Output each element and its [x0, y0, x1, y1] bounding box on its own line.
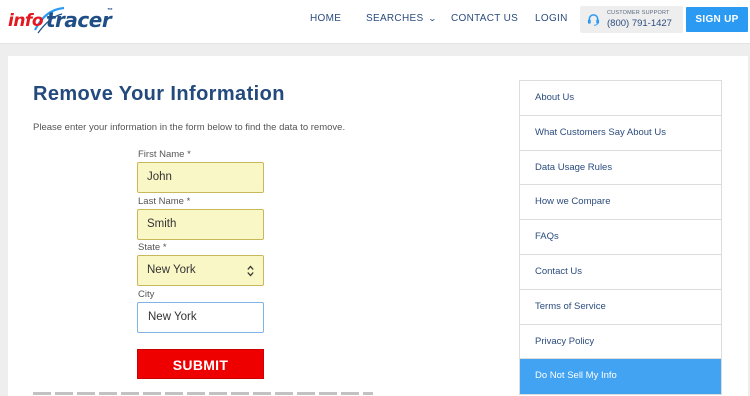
state-select[interactable]: New York	[137, 255, 264, 286]
state-label: State *	[138, 242, 167, 253]
select-arrows-icon	[247, 265, 254, 277]
sidebar-item-privacy-policy[interactable]: Privacy Policy	[520, 325, 721, 360]
nav-login[interactable]: LOGIN	[535, 0, 568, 44]
sidebar-item-terms-of-service[interactable]: Terms of Service	[520, 290, 721, 325]
customer-support-box[interactable]: CUSTOMER SUPPORT (800) 791-1427	[580, 6, 683, 33]
nav-home[interactable]: HOME	[310, 0, 341, 44]
sidebar-item-customer-reviews[interactable]: What Customers Say About Us	[520, 116, 721, 151]
nav-searches-label: SEARCHES	[366, 13, 424, 24]
support-label: CUSTOMER SUPPORT	[607, 10, 670, 16]
state-selected-value: New York	[147, 264, 196, 276]
infotracer-logo[interactable]: info tracer ™	[8, 4, 118, 38]
city-input[interactable]: New York	[137, 302, 264, 333]
sidebar-item-contact-us[interactable]: Contact Us	[520, 255, 721, 290]
truncated-footer-text	[33, 392, 373, 396]
sidebar-item-about-us[interactable]: About Us	[520, 81, 721, 116]
support-phone[interactable]: (800) 791-1427	[607, 18, 672, 29]
sidebar-item-faqs[interactable]: FAQs	[520, 220, 721, 255]
nav-contact-us[interactable]: CONTACT US	[451, 0, 518, 44]
headset-icon	[587, 14, 600, 26]
page-title: Remove Your Information	[33, 83, 285, 105]
site-header: info tracer ™ HOME SEARCHES ⌄ CONTACT US …	[0, 0, 750, 44]
first-name-input[interactable]: John	[137, 162, 264, 193]
logo-trademark: ™	[107, 8, 113, 14]
sidebar-item-data-usage-rules[interactable]: Data Usage Rules	[520, 151, 721, 186]
nav-searches[interactable]: SEARCHES ⌄	[366, 0, 438, 44]
sidebar-item-do-not-sell[interactable]: Do Not Sell My Info	[520, 359, 721, 395]
last-name-input[interactable]: Smith	[137, 209, 264, 240]
intro-text: Please enter your information in the for…	[33, 122, 346, 133]
logo-info-text: info	[8, 11, 44, 31]
logo-tracer-text: tracer	[46, 8, 112, 32]
first-name-label: First Name *	[138, 149, 191, 160]
submit-button[interactable]: SUBMIT	[137, 349, 264, 379]
chevron-down-icon: ⌄	[428, 14, 438, 23]
last-name-label: Last Name *	[138, 196, 191, 207]
city-label: City	[138, 289, 155, 300]
sign-up-button[interactable]: SIGN UP	[686, 7, 748, 32]
sidebar-item-how-we-compare[interactable]: How we Compare	[520, 185, 721, 221]
sidebar-menu: About Us What Customers Say About Us Dat…	[519, 80, 722, 396]
